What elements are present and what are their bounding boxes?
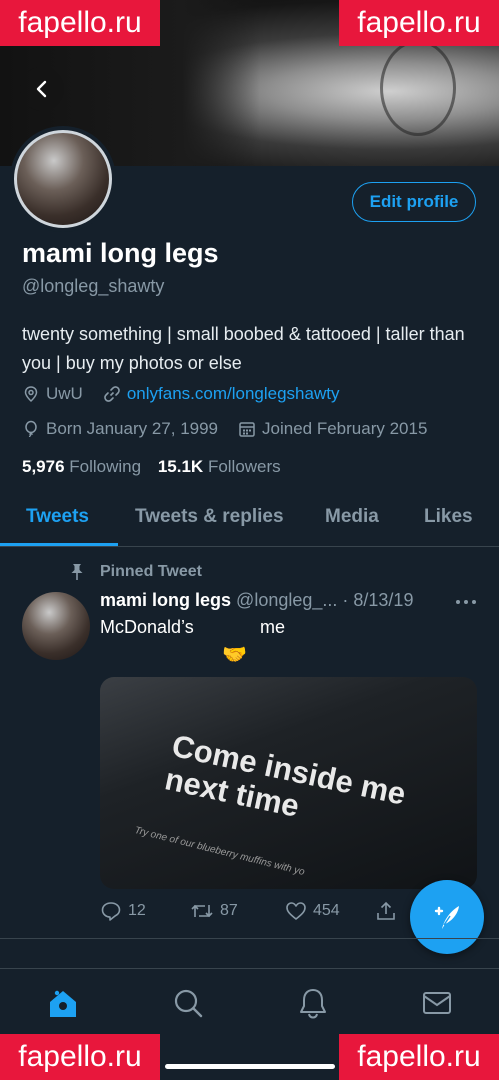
messages-icon[interactable] xyxy=(421,987,453,1019)
profile-meta-row-2: Born January 27, 1999 Joined February 20… xyxy=(22,419,427,439)
handshake-emoji: 🤝 xyxy=(222,642,247,666)
profile-location: UwU xyxy=(46,384,83,403)
retweet-icon xyxy=(191,904,213,918)
notifications-icon[interactable] xyxy=(297,987,329,1019)
tweet-separator xyxy=(0,938,499,939)
calendar-icon xyxy=(239,422,255,437)
watermark-top-left: fapello.ru xyxy=(0,0,160,46)
tweet-author-name[interactable]: mami long legs xyxy=(100,590,231,610)
media-caption: Come inside me next time xyxy=(162,728,409,845)
tweet-date: · 8/13/19 xyxy=(342,590,414,610)
bottom-navigation xyxy=(0,968,499,1041)
tab-tweets-replies[interactable]: Tweets & replies xyxy=(135,506,284,528)
home-icon[interactable] xyxy=(46,987,80,1021)
profile-website-link[interactable]: onlyfans.com/longlegshawty xyxy=(127,384,340,404)
followers-count: 15.1K xyxy=(157,457,204,476)
back-button[interactable] xyxy=(20,67,64,111)
profile-stats: 5,976 Following 15.1K Followers xyxy=(22,457,281,477)
reply-button[interactable]: 12 xyxy=(100,900,146,922)
tweet-header: mami long legs @longleg_... · 8/13/19 xyxy=(100,590,413,611)
compose-tweet-button[interactable] xyxy=(410,880,484,954)
followers-link[interactable]: 15.1K Followers xyxy=(158,457,281,476)
compose-icon xyxy=(434,906,459,929)
profile-joined-date: Joined February 2015 xyxy=(262,419,428,438)
tab-likes[interactable]: Likes xyxy=(424,506,473,528)
search-icon[interactable] xyxy=(172,987,204,1019)
location-icon xyxy=(24,386,38,403)
retweet-button[interactable]: 87 xyxy=(190,900,238,922)
watermark-bottom-left: fapello.ru xyxy=(0,1034,160,1080)
share-button[interactable] xyxy=(375,900,397,922)
reply-count: 12 xyxy=(128,902,146,919)
profile-meta-row-1: UwU onlyfans.com/longlegshawty xyxy=(22,384,339,404)
profile-tabs: Tweets Tweets & replies Media Likes xyxy=(0,500,499,547)
followers-label: Followers xyxy=(207,457,281,476)
active-tab-indicator xyxy=(0,543,118,546)
profile-birthdate: Born January 27, 1999 xyxy=(46,419,219,438)
tweet-media-image[interactable]: Come inside me next time Try one of our … xyxy=(100,677,477,889)
watermark-bottom-right: fapello.ru xyxy=(339,1034,499,1080)
tweet-text-start: McDonald’s xyxy=(100,617,194,637)
profile-avatar[interactable] xyxy=(10,126,116,232)
following-count: 5,976 xyxy=(22,457,65,476)
like-icon xyxy=(286,902,306,920)
tweet-author-handle: @longleg_... xyxy=(236,590,338,610)
following-link[interactable]: 5,976 Following xyxy=(22,457,141,476)
balloon-icon xyxy=(25,420,37,438)
edit-profile-button[interactable]: Edit profile xyxy=(352,182,476,222)
reply-icon xyxy=(101,902,121,921)
tab-media[interactable]: Media xyxy=(325,506,379,528)
profile-handle: @longleg_shawty xyxy=(22,276,165,296)
pinned-label: Pinned Tweet xyxy=(100,563,202,580)
avatar-image xyxy=(14,130,112,228)
tab-tweets[interactable]: Tweets xyxy=(26,506,89,528)
banner-tattoo xyxy=(380,40,456,136)
like-count: 454 xyxy=(313,902,340,919)
retweet-count: 87 xyxy=(220,902,238,919)
following-label: Following xyxy=(69,457,142,476)
more-icon[interactable] xyxy=(455,598,477,606)
share-icon xyxy=(377,901,395,920)
media-small-text: Try one of our blueberry muffins with yo xyxy=(133,825,306,878)
tweet-text-end: me xyxy=(260,617,286,637)
watermark-top-right: fapello.ru xyxy=(339,0,499,46)
link-icon xyxy=(104,386,120,402)
pin-icon xyxy=(71,564,83,580)
profile-name: mami long legs xyxy=(22,238,219,268)
home-indicator xyxy=(165,1064,335,1069)
profile-bio: twenty something | small boobed & tattoo… xyxy=(22,324,465,373)
like-button[interactable]: 454 xyxy=(285,900,340,922)
back-arrow-icon xyxy=(36,80,47,98)
tweet-avatar[interactable] xyxy=(22,592,90,660)
